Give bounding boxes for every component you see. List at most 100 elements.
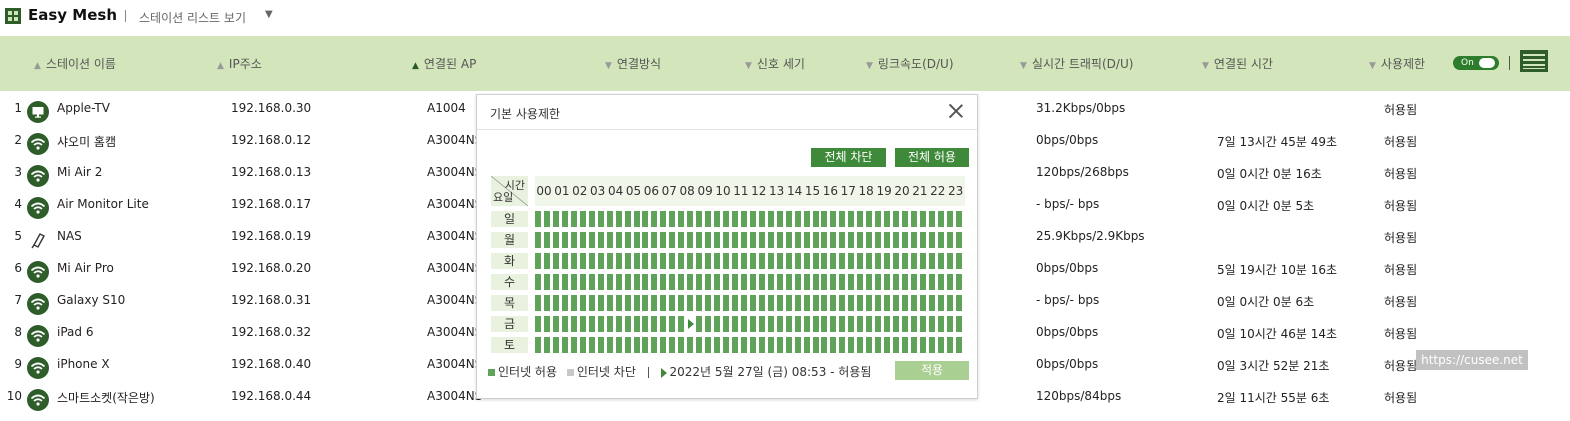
time-slot[interactable] <box>830 316 837 332</box>
time-slot[interactable] <box>767 295 774 311</box>
time-slot[interactable] <box>946 211 953 227</box>
time-slot[interactable] <box>535 337 541 353</box>
time-slot[interactable] <box>767 316 774 332</box>
time-slot[interactable] <box>615 211 622 227</box>
time-slot[interactable] <box>579 253 586 269</box>
time-slot[interactable] <box>544 232 550 248</box>
block-all-button[interactable]: 전체 차단 <box>811 148 886 167</box>
time-slot[interactable] <box>714 211 720 227</box>
time-slot[interactable] <box>606 337 613 353</box>
time-slot[interactable] <box>812 295 819 311</box>
time-slot[interactable] <box>669 316 676 332</box>
time-slot[interactable] <box>552 253 559 269</box>
time-slot[interactable] <box>723 253 729 269</box>
time-slot[interactable] <box>910 211 917 227</box>
time-slot[interactable] <box>651 295 658 311</box>
time-slot[interactable] <box>785 274 792 290</box>
station-name[interactable]: iPad 6 <box>57 325 93 339</box>
time-slot[interactable] <box>919 253 926 269</box>
time-slot[interactable] <box>696 253 703 269</box>
time-slot[interactable] <box>893 316 899 332</box>
time-slot[interactable] <box>776 211 783 227</box>
time-slot[interactable] <box>687 253 694 269</box>
time-slot[interactable] <box>928 232 935 248</box>
time-slot[interactable] <box>893 232 899 248</box>
time-slot[interactable] <box>848 295 855 311</box>
time-slot[interactable] <box>651 211 658 227</box>
column-header-ip[interactable]: ▲ IP주소 <box>217 55 262 72</box>
time-slot[interactable] <box>678 316 685 332</box>
time-slot[interactable] <box>615 232 622 248</box>
time-slot[interactable] <box>812 316 819 332</box>
time-slot[interactable] <box>660 232 667 248</box>
time-slot[interactable] <box>758 274 765 290</box>
time-slot[interactable] <box>821 232 828 248</box>
time-slot[interactable] <box>552 232 559 248</box>
time-slot[interactable] <box>588 274 595 290</box>
time-slot[interactable] <box>561 337 568 353</box>
time-slot[interactable] <box>758 253 765 269</box>
time-slot[interactable] <box>794 295 801 311</box>
current-time-marker-icon[interactable] <box>688 319 695 329</box>
time-slot[interactable] <box>794 316 801 332</box>
time-slot[interactable] <box>723 232 729 248</box>
time-slot[interactable] <box>830 211 837 227</box>
time-slot[interactable] <box>803 253 810 269</box>
time-slot[interactable] <box>696 295 703 311</box>
time-slot[interactable] <box>902 253 908 269</box>
time-slot[interactable] <box>696 211 703 227</box>
time-slot[interactable] <box>660 211 667 227</box>
time-slot[interactable] <box>839 211 846 227</box>
time-slot[interactable] <box>687 274 694 290</box>
time-slot[interactable] <box>866 337 873 353</box>
time-slot[interactable] <box>570 295 577 311</box>
time-slot[interactable] <box>749 232 756 248</box>
time-slot[interactable] <box>866 274 873 290</box>
time-slot[interactable] <box>624 232 631 248</box>
time-slot[interactable] <box>776 337 783 353</box>
time-slot[interactable] <box>884 211 891 227</box>
time-slot[interactable] <box>946 253 953 269</box>
time-slot[interactable] <box>597 232 604 248</box>
time-slot[interactable] <box>919 211 926 227</box>
time-slot[interactable] <box>705 337 712 353</box>
time-slot[interactable] <box>937 274 944 290</box>
time-slot[interactable] <box>633 253 640 269</box>
time-slot[interactable] <box>776 253 783 269</box>
time-slot[interactable] <box>570 232 577 248</box>
time-slot[interactable] <box>660 337 667 353</box>
time-slot[interactable] <box>902 211 908 227</box>
time-slot[interactable] <box>776 316 783 332</box>
time-slot[interactable] <box>875 253 882 269</box>
time-slot[interactable] <box>884 253 891 269</box>
time-slot[interactable] <box>678 253 685 269</box>
time-slot[interactable] <box>687 295 694 311</box>
time-slot[interactable] <box>884 337 891 353</box>
time-slot[interactable] <box>535 232 541 248</box>
time-slot[interactable] <box>606 295 613 311</box>
time-slot[interactable] <box>955 316 962 332</box>
time-slot[interactable] <box>767 211 774 227</box>
time-slot[interactable] <box>624 316 631 332</box>
time-slot[interactable] <box>561 316 568 332</box>
time-slot[interactable] <box>705 232 712 248</box>
time-slot[interactable] <box>821 316 828 332</box>
time-slot[interactable] <box>723 316 729 332</box>
time-slot[interactable] <box>875 337 882 353</box>
time-slot[interactable] <box>785 211 792 227</box>
column-header-limit[interactable]: ▼ 사용제한 <box>1369 55 1425 72</box>
time-slot[interactable] <box>740 211 747 227</box>
time-slot[interactable] <box>535 253 541 269</box>
time-slot[interactable] <box>714 274 720 290</box>
time-slot[interactable] <box>785 316 792 332</box>
time-slot[interactable] <box>561 253 568 269</box>
time-slot[interactable] <box>615 253 622 269</box>
time-slot[interactable] <box>579 337 586 353</box>
time-slot[interactable] <box>875 211 882 227</box>
time-slot[interactable] <box>696 232 703 248</box>
time-slot[interactable] <box>669 337 676 353</box>
time-slot[interactable] <box>767 232 774 248</box>
time-slot[interactable] <box>866 316 873 332</box>
time-slot[interactable] <box>714 316 720 332</box>
time-slot[interactable] <box>758 232 765 248</box>
